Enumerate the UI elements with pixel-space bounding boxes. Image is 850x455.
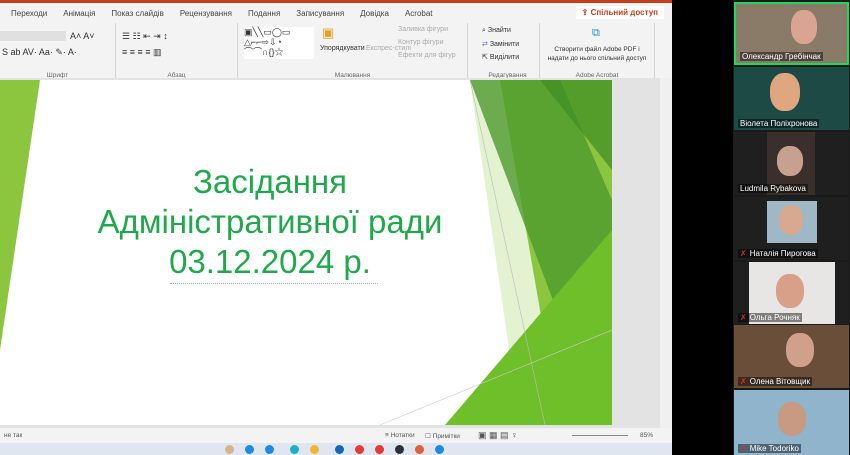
notes-button[interactable]: ≡ Нотатки: [385, 432, 415, 439]
tab-recording[interactable]: Записування: [291, 6, 349, 22]
mic-muted-icon: ✗: [740, 249, 747, 258]
tab-review[interactable]: Рецензування: [175, 6, 237, 22]
zoom-icon[interactable]: [435, 445, 444, 454]
taskbar-icon[interactable]: [225, 445, 234, 454]
taskbar-icon[interactable]: [245, 445, 254, 454]
taskbar: [0, 443, 672, 455]
list-controls[interactable]: ☰ ☷ ⇤ ⇥ ↕: [122, 31, 168, 42]
editing-group: ⌕ Знайти ⇄ Замінити ⇱ Виділити Редагуван…: [476, 23, 540, 81]
tab-slideshow[interactable]: Показ слайдів: [106, 6, 168, 22]
participants-panel: Олександр Гребінчак Віолета Поліхронова …: [733, 0, 850, 455]
zoom-level: 85%: [640, 432, 654, 439]
participant-name: Mike Todoriko: [749, 444, 799, 453]
tab-animations[interactable]: Анімація: [58, 6, 100, 22]
find-button[interactable]: ⌕ Знайти: [482, 27, 511, 35]
view-buttons[interactable]: ▣ ▦ ▤ ♀: [478, 430, 518, 441]
participant-tile[interactable]: ✗ Наталія Пирогова: [734, 197, 849, 260]
participant-name: Олександр Гребінчак: [740, 52, 823, 61]
mic-muted-icon: ✗: [740, 377, 747, 386]
participant-name: Олена Вітовщик: [749, 377, 810, 386]
drawing-group: ▣╲╲▭◯▭ △⌐⌐⇨⇩◔ ⌒⌒∩{}☆ ▣ Упорядкувати Експре…: [238, 23, 468, 81]
select-button[interactable]: ⇱ Виділити: [482, 53, 519, 61]
participant-tile[interactable]: Олександр Гребінчак: [734, 2, 849, 65]
ribbon: Переходи Анімація Показ слайдів Рецензув…: [0, 0, 672, 81]
ribbon-tabs: Переходи Анімація Показ слайдів Рецензув…: [0, 6, 438, 22]
participant-name: Віолета Поліхронова: [738, 119, 820, 128]
taskbar-icon[interactable]: [355, 445, 364, 454]
paragraph-group: ☰ ☷ ⇤ ⇥ ↕ ≡ ≡ ≡ ≡ ▥ Абзац: [116, 23, 238, 81]
comments-button[interactable]: ☐ Примітки: [425, 432, 460, 440]
mic-muted-icon: ✗: [740, 313, 747, 322]
font-group: A˄ A˅ S ab AV· Aa· ✎· A· Шрифт: [0, 23, 116, 81]
share-button[interactable]: ⇪ Спільний доступ: [575, 6, 664, 19]
title-underline: [170, 283, 378, 284]
participant-tile[interactable]: ✗ Mike Todoriko: [734, 390, 849, 455]
comment-icon: ☐: [425, 433, 433, 440]
tab-transitions[interactable]: Переходи: [6, 6, 52, 22]
participant-tile[interactable]: Ludmila Rybakova: [734, 132, 849, 195]
tab-view[interactable]: Подання: [243, 6, 285, 22]
zoom-slider[interactable]: [572, 435, 628, 436]
arrange-button[interactable]: Упорядкувати: [320, 45, 365, 52]
opera-icon[interactable]: [375, 445, 384, 454]
share-icon: ⇪: [581, 8, 591, 17]
taskbar-icon[interactable]: [290, 445, 299, 454]
align-controls[interactable]: ≡ ≡ ≡ ≡ ▥: [122, 47, 162, 58]
shape-outline-button[interactable]: Контур фігури: [398, 39, 443, 46]
slide[interactable]: Засідання Адміністративної ради 03.12.20…: [0, 80, 612, 425]
status-text: не так: [4, 432, 23, 439]
participant-name: Ольга Рочняк: [749, 313, 800, 322]
shapes-gallery[interactable]: ▣╲╲▭◯▭ △⌐⌐⇨⇩◔ ⌒⌒∩{}☆: [244, 27, 314, 59]
tab-acrobat[interactable]: Acrobat: [400, 6, 438, 22]
shape-effects-button[interactable]: Ефекти для фігур: [398, 52, 456, 59]
arrange-icon: ▣: [322, 25, 335, 40]
participant-name: Ludmila Rybakova: [738, 184, 808, 193]
slide-date: 03.12.2024 р.: [169, 243, 371, 280]
tab-help[interactable]: Довідка: [355, 6, 394, 22]
mic-muted-icon: ✗: [740, 444, 747, 453]
taskbar-icon[interactable]: [265, 445, 274, 454]
cursor-icon: ⇱: [482, 54, 490, 61]
taskbar-icon[interactable]: [395, 445, 404, 454]
replace-icon: ⇄: [482, 41, 490, 48]
status-bar: не так ≡ Нотатки ☐ Примітки ▣ ▦ ▤ ♀ 85%: [0, 428, 672, 443]
slide-title-line-2: Адміністративної ради: [97, 203, 443, 240]
pdf-share-icon: ⧉: [592, 27, 600, 39]
slide-canvas: Засідання Адміністративної ради 03.12.20…: [0, 78, 660, 428]
quick-styles-button[interactable]: Експрес-стилі: [366, 45, 411, 52]
create-pdf-share-button[interactable]: Створити файл Adobe PDF і надати до нього…: [540, 45, 654, 63]
taskbar-icon[interactable]: [335, 445, 344, 454]
vertical-scrollbar[interactable]: [660, 78, 672, 428]
folder-icon[interactable]: [310, 445, 319, 454]
font-size-controls[interactable]: A˄ A˅: [70, 31, 95, 41]
participant-tile[interactable]: ✗ Ольга Рочняк: [734, 262, 849, 324]
font-format-controls[interactable]: S ab AV· Aa· ✎· A·: [2, 47, 77, 58]
participant-tile[interactable]: ✗ Олена Вітовщик: [734, 325, 849, 388]
powerpoint-icon[interactable]: [415, 445, 424, 454]
acrobat-group: ⧉ Створити файл Adobe PDF і надати до ньо…: [540, 23, 655, 81]
slide-title-line-1: Засідання: [192, 163, 348, 200]
font-name-select[interactable]: [0, 31, 66, 41]
replace-button[interactable]: ⇄ Замінити: [482, 40, 519, 48]
shape-fill-button[interactable]: Заливка фігури: [398, 26, 448, 33]
participant-tile[interactable]: Віолета Поліхронова: [734, 67, 849, 130]
participant-name: Наталія Пирогова: [749, 249, 816, 258]
